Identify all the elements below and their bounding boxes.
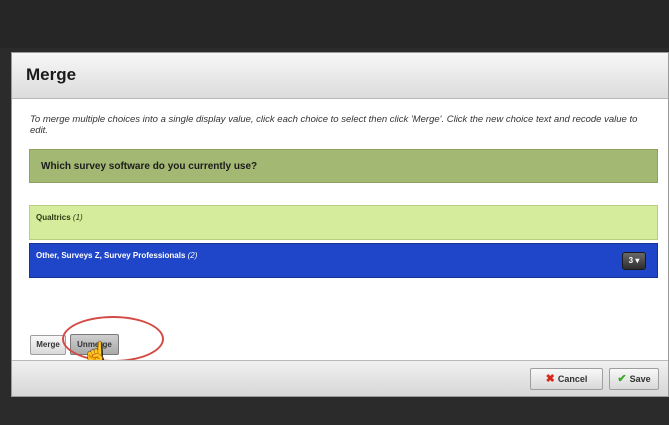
merge-dialog: Merge To merge multiple choices into a s… [11,52,669,397]
choice-count: (2) [187,251,198,260]
choice-item-qualtrics[interactable]: Qualtrics (1) [29,205,658,240]
choice-label-text: Qualtrics [36,213,71,222]
checkmark-icon: ✔ [617,373,627,385]
cancel-button[interactable]: ✖ Cancel [530,368,603,390]
top-overlay-band [0,0,669,48]
choice-count: (1) [72,213,83,222]
question-text: Which survey software do you currently u… [41,161,258,172]
unmerge-button[interactable]: Unmerge [70,334,119,355]
choice-label: Qualtrics (1) [36,213,83,222]
recode-value-dropdown[interactable]: 3 ▾ [622,252,646,270]
dialog-footer: ✖ Cancel ✔ Save [12,360,668,396]
instructions-text: To merge multiple choices into a single … [30,114,638,136]
merge-button[interactable]: Merge [30,335,66,355]
question-bar: Which survey software do you currently u… [29,149,658,183]
bottom-overlay-band [0,398,669,425]
choice-label-text: Other, Surveys Z, Survey Professionals [36,251,186,260]
chevron-down-icon: ▾ [635,256,640,265]
save-label: Save [629,374,651,384]
dialog-title: Merge [26,65,77,84]
choice-item-other-merged[interactable]: Other, Surveys Z, Survey Professionals (… [29,243,658,278]
dialog-header: Merge [12,53,668,99]
cancel-label: Cancel [557,374,588,384]
close-icon: ✖ [545,373,555,385]
recode-value: 3 [628,256,634,265]
save-button[interactable]: ✔ Save [609,368,659,390]
choice-label: Other, Surveys Z, Survey Professionals (… [36,251,197,260]
